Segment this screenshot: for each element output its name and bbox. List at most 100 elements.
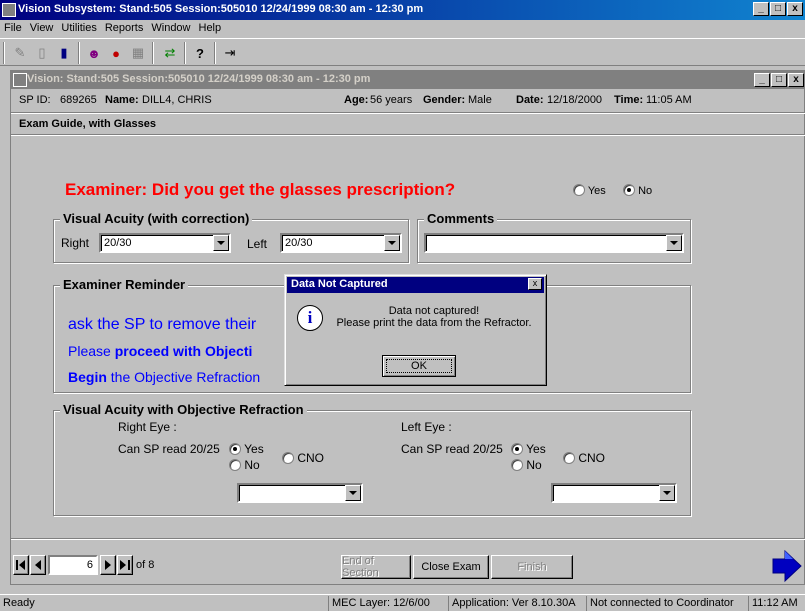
people-icon[interactable]: ☻ (84, 43, 104, 63)
chevron-down-icon[interactable] (666, 235, 682, 251)
question-no-radio[interactable] (623, 184, 635, 196)
chevron-down-icon[interactable] (345, 485, 361, 501)
right-can-read-label: Can SP read 20/25 (118, 442, 220, 456)
left-yes-radio[interactable] (511, 443, 523, 455)
dialog-message: Data not captured! Please print the data… (329, 305, 539, 329)
app-title-bar: Vision Subsystem: Stand:505 Session:5050… (0, 0, 805, 20)
status-connection: Not connected to Coordinator (586, 596, 737, 611)
examiner-reminder-legend: Examiner Reminder (60, 277, 189, 292)
dialog-title: Data Not Captured (291, 278, 388, 290)
maximize-button[interactable]: □ (770, 2, 786, 16)
date-value: 12/18/2000 (547, 94, 603, 106)
ok-button[interactable]: OK (382, 355, 456, 377)
comments-select[interactable] (424, 233, 684, 253)
right-acuity-select[interactable]: 20/30 (99, 233, 231, 253)
question-no-option[interactable]: No (623, 184, 652, 197)
toolbar-grip (3, 42, 5, 64)
question-yes-option[interactable]: Yes (573, 184, 606, 197)
right-no-radio[interactable] (229, 459, 241, 471)
menu-reports[interactable]: Reports (101, 20, 148, 34)
visual-acuity-legend: Visual Acuity (with correction) (60, 211, 253, 226)
menu-file[interactable]: File (0, 20, 26, 34)
objective-refraction-group: Visual Acuity with Objective Refraction … (53, 402, 691, 516)
right-yes-option[interactable]: Yes (229, 442, 264, 456)
chevron-down-icon[interactable] (213, 235, 229, 251)
gender-value: Male (468, 94, 492, 106)
toolbar-separator (184, 42, 186, 64)
minimize-button[interactable]: _ (753, 2, 769, 16)
export-icon[interactable]: ▮ (54, 43, 74, 63)
inner-maximize-button[interactable]: □ (771, 73, 787, 87)
inner-minimize-button[interactable]: _ (754, 73, 770, 87)
right-objective-select[interactable] (237, 483, 363, 503)
left-cno-option[interactable]: CNO (563, 451, 605, 465)
dialog-close-button[interactable]: x (528, 278, 542, 290)
previous-page-icon (35, 560, 41, 570)
first-page-button[interactable] (13, 555, 29, 575)
chevron-down-icon[interactable] (659, 485, 675, 501)
reminder-line-2: Please proceed with Objecti (68, 343, 253, 359)
right-no-option[interactable]: No (229, 458, 260, 472)
time-label: Time: (614, 94, 644, 106)
gender-label: Gender: (423, 94, 466, 106)
left-no-radio[interactable] (511, 459, 523, 471)
question-yes-radio[interactable] (573, 184, 585, 196)
menu-view[interactable]: View (26, 20, 58, 34)
left-no-option[interactable]: No (511, 458, 542, 472)
exit-icon[interactable]: ⇥ (220, 43, 240, 63)
ok-button-label: OK (386, 359, 452, 373)
end-of-section-button[interactable]: End of Section (341, 555, 411, 579)
reminder-line-3: Begin the Objective Refraction (68, 369, 261, 385)
delete-icon[interactable]: ▯ (32, 43, 52, 63)
inner-close-button[interactable]: x (788, 73, 804, 87)
finish-button[interactable]: Finish (491, 555, 573, 579)
name-label: Name: (105, 94, 139, 106)
date-label: Date: (516, 94, 544, 106)
name-value: DILL4, CHRIS (142, 94, 212, 106)
chevron-down-icon[interactable] (384, 235, 400, 251)
menu-window[interactable]: Window (147, 20, 194, 34)
sp-id-label: SP ID: (19, 94, 51, 106)
exam-window-title: Vision: Stand:505 Session:505010 12/24/1… (27, 73, 371, 85)
time-value: 11:05 AM (646, 94, 692, 106)
right-cno-option[interactable]: CNO (282, 451, 324, 465)
menu-help[interactable]: Help (195, 20, 226, 34)
app-icon (2, 3, 16, 17)
help-icon[interactable]: ? (190, 43, 210, 63)
dialog-message-line-1: Data not captured! (388, 305, 480, 317)
toolbar-separator (214, 42, 216, 64)
objective-refraction-legend: Visual Acuity with Objective Refraction (60, 402, 307, 417)
left-acuity-value: 20/30 (285, 237, 313, 249)
left-cno-radio[interactable] (563, 452, 575, 464)
previous-page-button[interactable] (30, 555, 46, 575)
app-title: Vision Subsystem: Stand:505 Session:5050… (18, 3, 424, 15)
page-count: of 8 (136, 559, 155, 571)
toolbar-separator (152, 42, 154, 64)
left-objective-select[interactable] (551, 483, 677, 503)
left-acuity-select[interactable]: 20/30 (280, 233, 402, 253)
menu-utilities[interactable]: Utilities (57, 20, 100, 34)
divider (11, 538, 805, 540)
transfer-icon[interactable]: ⇄ (160, 43, 180, 63)
new-icon[interactable]: ✎ (10, 43, 30, 63)
right-yes-radio[interactable] (229, 443, 241, 455)
info-icon: i (297, 305, 323, 331)
last-page-button[interactable] (117, 555, 133, 575)
calendar-icon[interactable]: ▦ (128, 43, 148, 63)
left-can-read-label: Can SP read 20/25 (401, 442, 503, 456)
next-page-button[interactable] (100, 555, 116, 575)
status-mec-layer: MEC Layer: 12/6/00 (328, 596, 433, 611)
right-acuity-value: 20/30 (104, 237, 132, 249)
page-number-field[interactable]: 6 (48, 555, 98, 575)
close-exam-button[interactable]: Close Exam (413, 555, 489, 579)
next-arrow-button[interactable] (769, 549, 803, 583)
status-clock: 11:12 AM (748, 596, 801, 611)
comments-legend: Comments (424, 211, 498, 226)
left-eye-label: Left Eye : (401, 420, 452, 434)
age-value: 56 years (370, 94, 413, 106)
status-ready: Ready (3, 597, 35, 609)
right-cno-radio[interactable] (282, 452, 294, 464)
close-button[interactable]: x (787, 2, 803, 16)
left-yes-option[interactable]: Yes (511, 442, 546, 456)
record-icon[interactable]: ● (106, 43, 126, 63)
